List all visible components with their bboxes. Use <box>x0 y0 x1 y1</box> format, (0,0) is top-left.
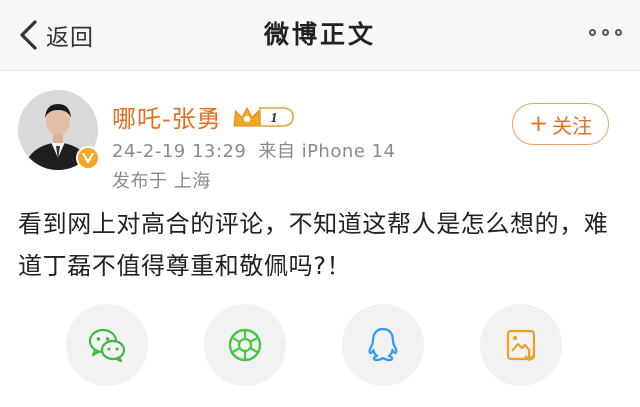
post-text: 看到网上对高合的评论，不知道这帮人是怎么想的，难道丁磊不值得尊重和敬佩吗?！ <box>18 210 609 280</box>
follow-label: 关注 <box>552 113 593 138</box>
author-name[interactable]: 哪吒-张勇 <box>112 99 222 134</box>
avatar[interactable] <box>18 90 100 170</box>
level-number: 1 <box>270 111 277 126</box>
qq-icon <box>368 327 398 362</box>
post-source: 来自 iPhone 14 <box>258 141 396 162</box>
more-dots-icon <box>589 29 596 36</box>
page-title: 微博正文 <box>263 20 376 49</box>
post-location: 发布于 上海 <box>112 171 211 192</box>
verified-v-icon <box>76 146 100 170</box>
moments-icon <box>228 328 262 362</box>
post-datetime: 24-2-19 13:29 <box>112 141 247 162</box>
more-options-button[interactable] <box>589 29 622 36</box>
post-meta: 24-2-19 13:29 来自 iPhone 14 <box>112 137 395 163</box>
more-dots-icon <box>615 29 622 36</box>
more-dots-icon <box>602 29 609 36</box>
share-moments-button[interactable] <box>204 304 286 386</box>
crown-icon <box>233 106 261 126</box>
wechat-icon <box>88 328 126 363</box>
save-image-icon <box>506 329 536 362</box>
share-wechat-button[interactable] <box>66 304 148 386</box>
author-row: 哪吒-张勇 1 <box>112 99 296 134</box>
save-image-button[interactable] <box>480 304 562 386</box>
follow-button[interactable]: + 关注 <box>512 103 609 145</box>
top-nav-bar: 返回 微博正文 <box>0 0 640 71</box>
plus-icon: + <box>528 110 549 137</box>
share-qq-button[interactable] <box>342 304 424 386</box>
level-badge[interactable]: 1 <box>232 103 296 131</box>
